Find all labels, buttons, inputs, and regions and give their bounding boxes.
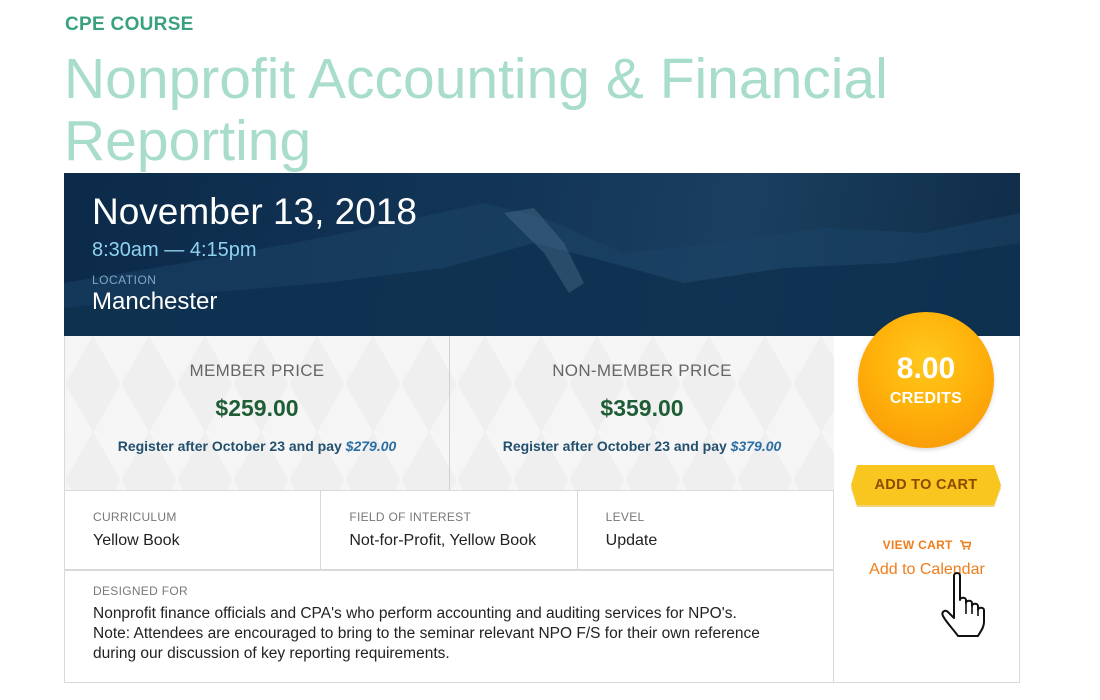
non-member-price-box: NON-MEMBER PRICE $359.00 Register after … bbox=[449, 336, 834, 490]
designed-for-label: DESIGNED FOR bbox=[93, 584, 188, 598]
non-member-late-text: Register after October 23 and pay bbox=[502, 438, 731, 454]
member-late-text: Register after October 23 and pay bbox=[117, 438, 346, 454]
event-hero-banner: November 13, 2018 8:30am — 4:15pm LOCATI… bbox=[64, 173, 1020, 336]
curriculum-cell: CURRICULUM Yellow Book bbox=[65, 490, 320, 569]
pricing-panel: MEMBER PRICE $259.00 Register after Octo… bbox=[64, 336, 834, 491]
level-label: LEVEL bbox=[605, 510, 645, 524]
designed-for-line: Nonprofit finance officials and CPA's wh… bbox=[93, 605, 737, 622]
add-to-cart-button[interactable]: ADD TO CART bbox=[851, 465, 1001, 507]
level-cell: LEVEL Update bbox=[576, 490, 833, 569]
curriculum-value: Yellow Book bbox=[93, 532, 180, 549]
location-label: LOCATION bbox=[92, 273, 157, 287]
designed-for-text: Nonprofit finance officials and CPA's wh… bbox=[93, 604, 813, 664]
level-value: Update bbox=[605, 532, 658, 549]
field-of-interest-value: Not-for-Profit, Yellow Book bbox=[349, 532, 537, 549]
designed-for-line: during our discussion of key reporting r… bbox=[93, 645, 450, 662]
field-of-interest-cell: FIELD OF INTEREST Not-for-Profit, Yellow… bbox=[320, 490, 576, 569]
cart-icon bbox=[960, 539, 972, 553]
designed-for-line: Note: Attendees are encouraged to bring … bbox=[93, 625, 760, 642]
member-price-box: MEMBER PRICE $259.00 Register after Octo… bbox=[65, 336, 449, 490]
non-member-price-label: NON-MEMBER PRICE bbox=[552, 361, 732, 380]
view-cart-label: VIEW CART bbox=[882, 538, 953, 552]
course-eyebrow: CPE COURSE bbox=[65, 14, 194, 35]
event-date: November 13, 2018 bbox=[92, 191, 417, 232]
credits-label: CREDITS bbox=[889, 390, 963, 407]
course-details-row: CURRICULUM Yellow Book FIELD OF INTEREST… bbox=[64, 490, 834, 570]
member-late-price: $279.00 bbox=[345, 438, 397, 454]
hand-pointer-icon bbox=[941, 572, 985, 637]
add-to-cart-label: ADD TO CART bbox=[874, 477, 978, 493]
non-member-late-pricing: Register after October 23 and pay $379.0… bbox=[450, 438, 834, 454]
member-price-value: $259.00 bbox=[215, 395, 299, 421]
designed-for-section: DESIGNED FOR Nonprofit finance officials… bbox=[64, 570, 834, 683]
credits-value: 8.00 bbox=[896, 352, 956, 385]
non-member-price-value: $359.00 bbox=[600, 395, 684, 421]
curriculum-label: CURRICULUM bbox=[93, 510, 177, 524]
credits-badge: 8.00 CREDITS bbox=[858, 312, 994, 448]
event-location: Manchester bbox=[92, 288, 218, 315]
course-title: Nonprofit Accounting & Financial Reporti… bbox=[64, 47, 888, 173]
event-time: 8:30am — 4:15pm bbox=[92, 239, 257, 261]
member-late-pricing: Register after October 23 and pay $279.0… bbox=[65, 438, 449, 454]
member-price-label: MEMBER PRICE bbox=[189, 361, 325, 380]
field-of-interest-label: FIELD OF INTEREST bbox=[349, 510, 472, 524]
non-member-late-price: $379.00 bbox=[730, 438, 782, 454]
view-cart-link[interactable]: VIEW CART bbox=[834, 538, 1020, 553]
